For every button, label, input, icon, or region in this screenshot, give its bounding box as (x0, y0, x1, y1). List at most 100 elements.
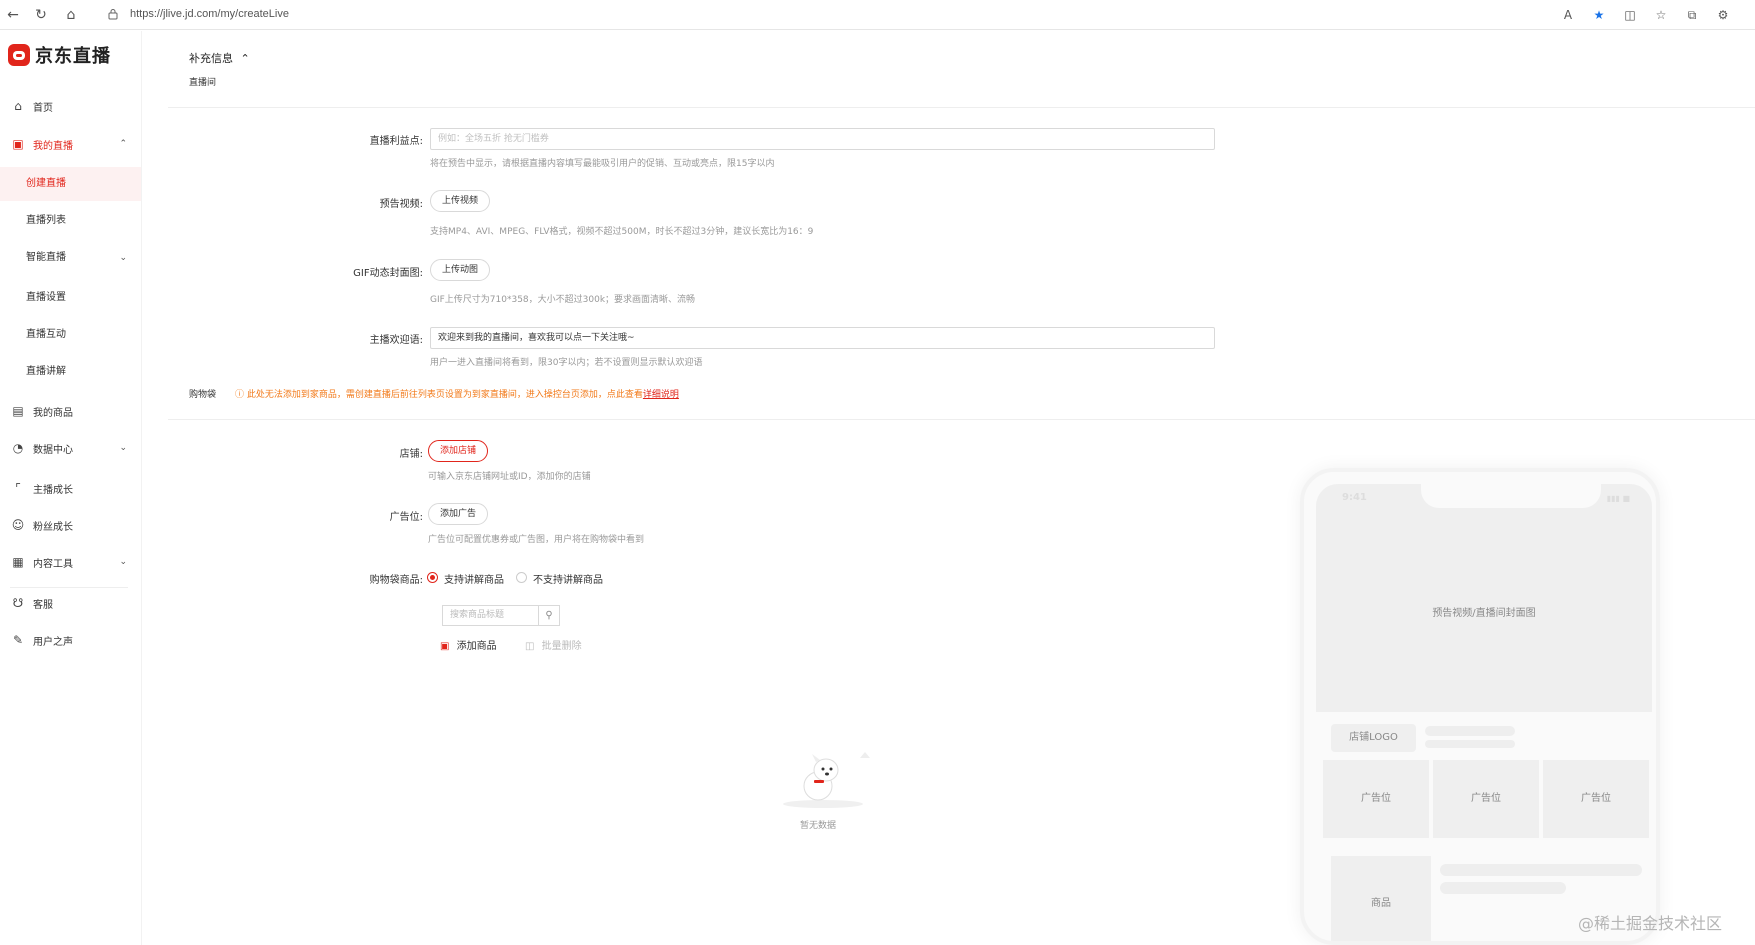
sidebar-item-my-live[interactable]: ▣ 我的直播 ⌃ (0, 127, 141, 161)
sidebar-item-label: 首页 (33, 102, 53, 114)
sidebar-item-content-tools[interactable]: ▦ 内容工具 ⌄ (0, 545, 141, 579)
sidebar-item-data-center[interactable]: ◔ 数据中心 ⌄ (0, 431, 141, 465)
chevron-down-icon: ⌄ (119, 557, 127, 567)
support-explain-label[interactable]: 支持讲解商品 (444, 571, 504, 586)
fans-icon: ☺ (11, 518, 25, 532)
read-aloud-icon[interactable]: A (1560, 7, 1576, 23)
logo[interactable]: 京东直播 (8, 41, 111, 69)
bag-icon: ▤ (12, 404, 24, 418)
extensions-icon[interactable]: ⚙ (1715, 7, 1731, 23)
browser-toolbar: ← ↻ ⌂ https://jlive.jd.com/my/createLive… (0, 0, 1755, 30)
selling-point-label: 直播利益点: (369, 136, 423, 147)
phone-shop-logo: 店铺LOGO (1331, 724, 1416, 752)
sidebar-item-host-growth[interactable]: ⌜ 主播成长 (0, 471, 141, 505)
phone-goods-slot: 商品 (1331, 856, 1431, 941)
lock-icon (108, 9, 118, 20)
chevron-up-icon: ⌃ (240, 52, 250, 65)
sidebar-item-label: 我的商品 (33, 407, 73, 419)
cart-section-label: 购物袋 (189, 390, 217, 400)
sidebar-item-user-voice[interactable]: ✎ 用户之声 (0, 623, 141, 657)
sidebar-item-live-explain[interactable]: 直播讲解 (0, 355, 141, 389)
welcome-input[interactable]: 欢迎来到我的直播间，喜欢我可以点一下关注哦~ (430, 327, 1215, 349)
add-shop-button[interactable]: 添加店铺 (428, 440, 489, 462)
sidebar-item-fans-growth[interactable]: ☺ 粉丝成长 (0, 508, 141, 542)
sidebar-item-create-live[interactable]: 创建直播 (0, 167, 141, 201)
sidebar-item-label: 内容工具 (33, 558, 73, 570)
add-goods-label: 添加商品 (456, 641, 497, 652)
favorites-icon[interactable]: ☆ (1653, 7, 1669, 23)
preview-video-label: 预告视频: (379, 199, 423, 210)
divider (168, 107, 1755, 108)
shop-hint: 可输入京东店铺网址或ID，添加你的店铺 (428, 472, 591, 482)
logo-text: 京东直播 (35, 46, 111, 67)
empty-text: 暂无数据 (800, 821, 837, 831)
search-icon[interactable]: ⚲ (538, 605, 560, 626)
upload-video-button[interactable]: 上传视频 (430, 190, 491, 212)
skeleton-line (1440, 882, 1566, 894)
sidebar-item-home[interactable]: ⌂ 首页 (0, 89, 141, 123)
section-title-text: 补充信息 (189, 52, 233, 65)
cart-warning: ⓘ 此处无法添加到家商品，需创建直播后前往列表页设置为到家直播间，进入操控台页添… (235, 387, 679, 400)
sidebar-item-live-list[interactable]: 直播列表 (0, 204, 141, 238)
skeleton-line (1425, 726, 1515, 736)
selling-point-hint: 将在预告中显示，请根据直播内容填写最能吸引用户的促销、互动或亮点，限15字以内 (430, 159, 775, 169)
sidebar-item-my-goods[interactable]: ▤ 我的商品 (0, 394, 141, 428)
preview-video-hint: 支持MP4、AVI、MPEG、FLV格式，视频不超过500M，时长不超过3分钟，… (430, 227, 814, 237)
home-icon[interactable]: ⌂ (62, 6, 80, 24)
phone-cover-area: 9:41 ▮▮▮ ■ 预告视频/直播间封面图 (1316, 484, 1652, 712)
gif-cover-hint: GIF上传尺寸为710*358，大小不超过300k；要求画面清晰、流畅 (430, 295, 696, 305)
shop-label: 店铺: (399, 449, 423, 460)
goods-search-input[interactable]: 搜索商品标题 (442, 605, 538, 626)
sidebar-item-customer-service[interactable]: ☋ 客服 (0, 586, 141, 620)
batch-delete-button[interactable]: ◫ 批量删除 (525, 637, 582, 652)
divider (168, 419, 1755, 420)
back-icon[interactable]: ← (4, 6, 22, 24)
chart-icon: ◔ (12, 441, 24, 455)
cart-warning-text: 此处无法添加到家商品，需创建直播后前往列表页设置为到家直播间，进入操控台页添加，… (246, 390, 643, 400)
section-title[interactable]: 补充信息 ⌃ (189, 50, 250, 66)
sidebar: 京东直播 ⌂ 首页 ▣ 我的直播 ⌃ 创建直播 直播列表 智能直播 ⌄ 直播设置… (0, 31, 142, 945)
sidebar-item-label: 用户之声 (33, 636, 73, 648)
split-screen-icon[interactable]: ◫ (1622, 7, 1638, 23)
toolbox-icon: ▦ (12, 555, 24, 569)
refresh-icon[interactable]: ↻ (32, 6, 50, 24)
no-explain-label[interactable]: 不支持讲解商品 (533, 571, 603, 586)
sidebar-item-label: 智能直播 (26, 252, 66, 263)
empty-dog-illustration-icon (783, 752, 870, 808)
signal-battery-icon: ▮▮▮ ■ (1606, 494, 1630, 503)
address-bar[interactable]: https://jlive.jd.com/my/createLive (130, 8, 289, 20)
add-goods-button[interactable]: ▣ 添加商品 (440, 637, 497, 652)
collections-icon[interactable]: ⧉ (1684, 7, 1700, 23)
no-explain-radio[interactable] (516, 572, 527, 583)
ad-hint: 广告位可配置优惠券或广告图，用户将在购物袋中看到 (428, 535, 645, 545)
welcome-label: 主播欢迎语: (369, 335, 423, 346)
add-ad-button[interactable]: 添加广告 (428, 503, 489, 525)
skeleton-line (1440, 864, 1642, 876)
lock-add-icon: ▣ (440, 641, 450, 652)
headset-icon: ☋ (12, 596, 24, 610)
feedback-icon: ✎ (12, 633, 24, 647)
sidebar-item-live-interaction[interactable]: 直播互动 (0, 318, 141, 352)
detail-link[interactable]: 详细说明 (643, 390, 679, 400)
trash-icon: ◫ (525, 641, 535, 652)
upload-gif-button[interactable]: 上传动图 (430, 259, 491, 281)
watermark: @稀土掘金技术社区 (1578, 914, 1723, 933)
home-icon: ⌂ (14, 99, 22, 113)
sidebar-item-label: 客服 (33, 599, 53, 611)
phone-ad-slot: 广告位 (1433, 760, 1539, 838)
ad-label: 广告位: (389, 512, 423, 523)
selling-point-input[interactable]: 例如：全场五折 抢无门槛券 (430, 128, 1215, 150)
sidebar-item-label: 粉丝成长 (33, 521, 73, 533)
video-icon: ▣ (12, 137, 24, 151)
sidebar-item-live-settings[interactable]: 直播设置 (0, 281, 141, 315)
chevron-up-icon: ⌃ (119, 139, 127, 149)
favorite-star-icon[interactable]: ★ (1591, 7, 1607, 23)
chevron-down-icon: ⌄ (119, 253, 127, 263)
sidebar-item-label: 主播成长 (33, 484, 73, 496)
phone-cover-text: 预告视频/直播间封面图 (1432, 608, 1536, 619)
sidebar-item-smart-live[interactable]: 智能直播 ⌄ (0, 241, 141, 275)
skeleton-line (1425, 740, 1515, 748)
batch-delete-label: 批量删除 (541, 641, 582, 652)
phone-time: 9:41 (1342, 492, 1367, 503)
support-explain-radio[interactable] (427, 572, 438, 583)
